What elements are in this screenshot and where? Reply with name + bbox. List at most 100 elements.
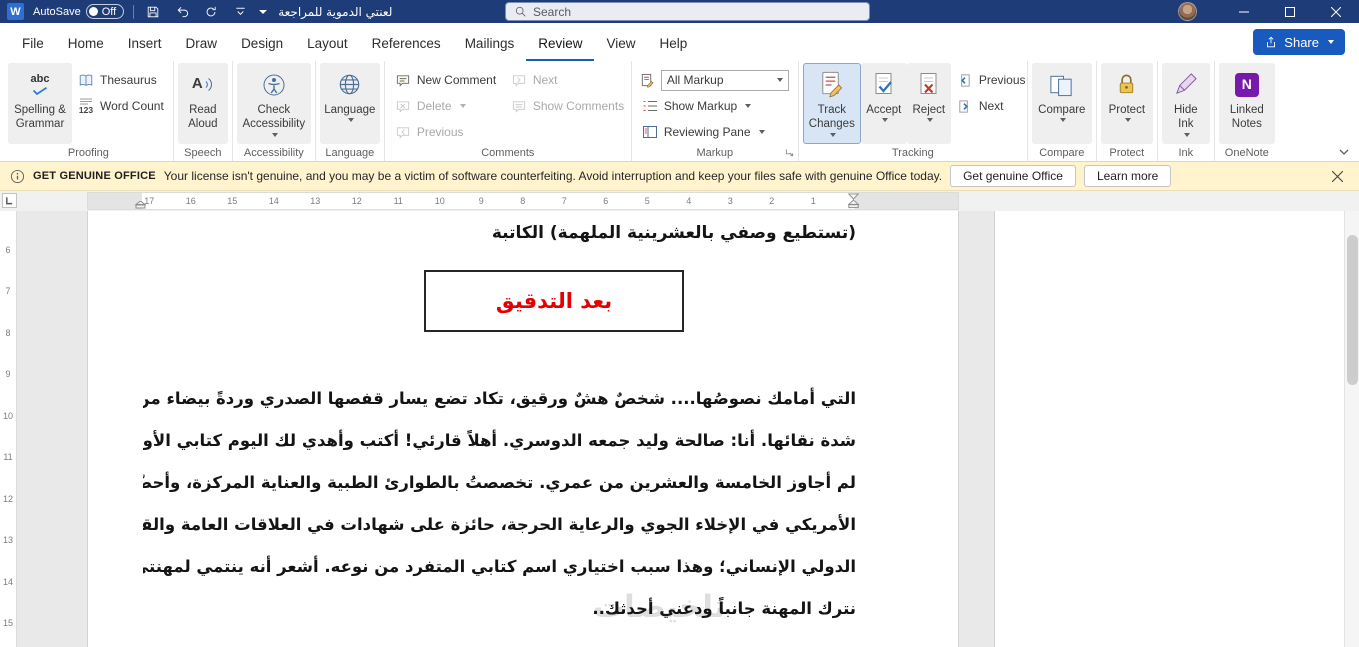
ruler-number: 12 [351,196,362,206]
tab-draw[interactable]: Draw [174,27,230,61]
language-button[interactable]: Language [319,63,380,144]
spelling-icon: abc [31,74,49,95]
save-button[interactable] [143,0,163,23]
ruler-number: 5 [644,196,650,206]
tab-stop-selector[interactable] [2,193,17,208]
track-changes-button[interactable]: Track Changes [802,63,861,144]
ruler-number: 15 [2,618,13,629]
paragraph-line: شدة نقائها. أنا: صالحة وليد جمعه الدوسري… [143,431,856,450]
ruler-number: 6 [5,244,11,255]
chevron-down-icon [882,118,889,125]
share-icon [1267,36,1276,48]
doc-title-chevron-icon[interactable] [259,9,268,18]
chevron-down-icon [1328,39,1334,47]
indent-marker[interactable] [847,193,860,209]
previous-comment-icon [394,124,412,141]
user-avatar[interactable] [1178,2,1197,21]
word-logo-icon[interactable]: W [7,3,24,20]
show-comments-button[interactable]: Show Comments [505,95,627,117]
tab-review[interactable]: Review [526,27,595,61]
share-button[interactable]: Share [1253,29,1345,55]
undo-button[interactable] [172,0,192,23]
search-box[interactable]: Search [505,2,870,21]
markup-dialog-launcher[interactable] [783,146,796,159]
learn-more-button[interactable]: Learn more [1083,165,1172,187]
divider [133,4,135,19]
tab-view[interactable]: View [594,27,647,61]
delete-comment-icon [394,98,412,115]
group-label-onenote: OneNote [1224,146,1269,159]
previous-comment-button[interactable]: Previous [389,121,505,143]
tab-design[interactable]: Design [229,27,295,61]
document-title[interactable]: لعنتي الدموية للمراجعة [278,5,392,19]
hide-ink-pen-icon [1176,73,1198,94]
tab-layout[interactable]: Layout [295,27,360,61]
tab-insert[interactable]: Insert [116,27,174,61]
show-markup-icon [641,98,659,115]
thesaurus-button[interactable]: Thesaurus [72,69,169,91]
delete-comment-button[interactable]: Delete [389,95,505,117]
group-tracking: Track Changes Accept Reject Previous Nex… [799,61,1028,161]
vertical-ruler[interactable]: 6 7 8 9 10 11 12 13 14 15 [0,211,17,647]
check-accessibility-button[interactable]: Check Accessibility [236,63,311,144]
hide-ink-button[interactable]: Hide Ink [1161,63,1210,144]
next-change-button[interactable]: Next [951,95,1023,117]
page-1[interactable]: تلخيصات (تستطيع وصفي بالعشرينية الملهمة)… [88,211,958,647]
titlebar-right [1178,0,1359,23]
search-placeholder: Search [533,4,572,19]
customize-quick-access-toolbar-button[interactable] [230,0,250,23]
compare-button[interactable]: Compare [1031,63,1092,144]
group-label-compare: Compare [1039,146,1085,159]
group-onenote: N Linked Notes OneNote [1215,61,1279,161]
chevron-down-icon [459,103,466,111]
thesaurus-icon [77,72,95,89]
spelling-grammar-button[interactable]: abc Spelling & Grammar [8,63,72,144]
new-comment-button[interactable]: New Comment [389,69,505,91]
protect-button[interactable]: Protect [1100,63,1153,144]
show-markup-button[interactable]: Show Markup [636,95,794,117]
ruler-number: 10 [434,196,445,206]
display-for-review-select[interactable]: All Markup [660,69,789,91]
scrollbar-thumb[interactable] [1347,235,1358,385]
vertical-scrollbar[interactable] [1344,211,1359,647]
reviewing-pane-button[interactable]: Reviewing Pane [636,121,794,143]
get-genuine-office-button[interactable]: Get genuine Office [950,165,1076,187]
paragraph-line: الأمريكي في الإخلاء الجوي والرعاية الحرج… [143,515,856,534]
previous-change-button[interactable]: Previous [951,69,1026,91]
page-2[interactable] [995,211,1344,647]
linked-notes-button[interactable]: N Linked Notes [1218,63,1275,144]
warning-message: Your license isn't genuine, and you may … [163,169,943,183]
read-aloud-button[interactable]: A Read Aloud [177,63,228,144]
vertical-ruler-numbers: 6 7 8 9 10 11 12 13 14 15 [0,211,16,644]
group-label-proofing: Proofing [67,146,109,159]
display-for-review-icon [638,72,656,89]
collapse-ribbon-button[interactable] [1337,147,1351,157]
language-globe-icon [340,74,360,95]
redo-button[interactable] [201,0,221,23]
next-comment-button[interactable]: Next [505,69,627,91]
proofread-stamp-box[interactable]: بعد التدقيق [424,270,684,332]
next-change-icon [956,98,974,115]
tab-help[interactable]: Help [648,27,700,61]
paragraph-line: التي أمامك نصوصُها.... شخصٌ هشٌ ورقيق، ت… [143,389,856,408]
accept-button[interactable]: Accept [860,63,907,144]
ruler-number: 16 [185,196,196,206]
tab-mailings[interactable]: Mailings [453,27,527,61]
word-count-button[interactable]: 123 Word Count [72,95,169,117]
reject-button[interactable]: Reject [906,63,951,144]
tab-references[interactable]: References [360,27,453,61]
autosave-toggle[interactable]: AutoSave Off [33,4,125,19]
group-ink: Hide Ink Ink [1158,61,1215,161]
tab-home[interactable]: Home [56,27,116,61]
autosave-label: AutoSave [33,5,81,18]
ruler-number: 7 [5,286,11,297]
group-label-accessibility: Accessibility [243,146,304,159]
close-button[interactable] [1313,0,1359,23]
horizontal-ruler[interactable]: 1 2 3 4 5 6 7 8 9 10 11 12 13 14 15 16 17 [88,193,958,209]
left-indent-marker[interactable] [135,201,146,209]
tab-file[interactable]: File [10,27,56,61]
minimize-button[interactable] [1221,0,1267,23]
close-warning-button[interactable] [1325,164,1349,188]
maximize-button[interactable] [1267,0,1313,23]
info-icon [10,169,25,183]
